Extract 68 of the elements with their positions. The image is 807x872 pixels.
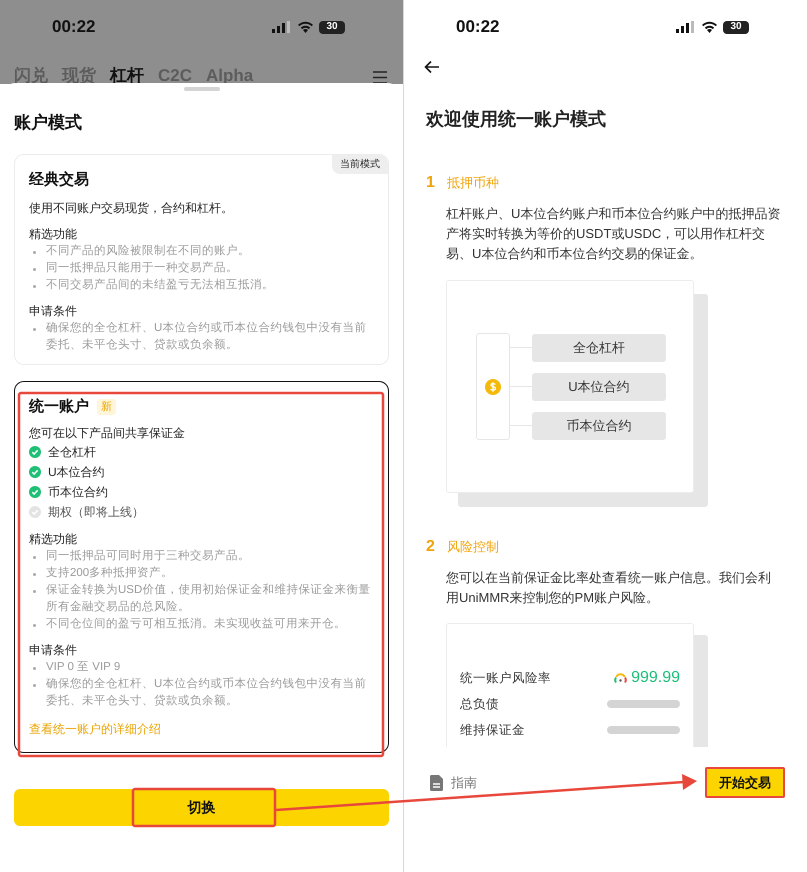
coin-icon xyxy=(485,378,501,394)
page-title: 欢迎使用统一账户模式 xyxy=(426,108,607,131)
mode-title: 经典交易 xyxy=(29,170,89,190)
bullet-text: 不同仓位间的盈亏可相互抵消。未实现收益可用来开仓。 xyxy=(46,616,347,632)
mode-intro: 您可在以下产品间共享保证金 xyxy=(29,425,186,442)
bullet-icon xyxy=(33,573,36,576)
step-number: 2 xyxy=(426,537,435,557)
account-box: U本位合约 xyxy=(532,372,666,400)
section-heading: 申请条件 xyxy=(29,642,78,659)
mode-card[interactable]: 当前模式 经典交易 使用不同账户交易现货，合约和杠杆。 精选功能 不同产品的风险被限制在不同的账户。 同一抵押品只能用于一种交易产品。 不同交易产品间的未结盈亏无法相互抵消。 申请条件 确保您的全仓杠杆、U本位合约或币本位合约钱包中没有当前委托、未平仓头寸、贷款或负余额。 xyxy=(14,154,389,365)
signal-icon xyxy=(272,21,292,33)
mode-description: 使用不同账户交易现货，合约和杠杆。 xyxy=(29,200,234,217)
product-label: U本位合约 xyxy=(48,464,105,481)
section-heading: 精选功能 xyxy=(29,531,78,548)
product-label: 全仓杠杆 xyxy=(48,444,96,461)
guide-link[interactable]: 指南 xyxy=(451,772,477,792)
new-badge: 新 xyxy=(97,399,116,415)
step-heading: 风险控制 xyxy=(446,538,499,556)
risk-label: 统一账户风险率 xyxy=(460,670,551,687)
bullet-icon xyxy=(33,328,36,331)
bullet-icon xyxy=(33,684,36,687)
battery-icon: 30 xyxy=(319,20,345,34)
sheet-title: 账户模式 xyxy=(14,113,83,133)
tab[interactable]: 杠杆 xyxy=(110,67,144,84)
bullet-text: 保证金转换为USD价值，使用初始保证金和维持保证金来衡量所有金融交易品的总风险。 xyxy=(46,582,372,615)
back-icon[interactable] xyxy=(424,60,440,74)
wifi-icon xyxy=(701,21,718,33)
menu-icon[interactable] xyxy=(373,71,387,84)
start-trading-button[interactable]: 开始交易 xyxy=(705,767,785,798)
mode-title: 统一账户 xyxy=(29,397,89,417)
bullet-icon xyxy=(33,268,36,271)
wifi-icon xyxy=(297,21,314,33)
bullet-icon xyxy=(33,251,36,254)
bullet-icon xyxy=(33,667,36,670)
step-text: 杠杆账户、U本位合约账户和币本位合约账户中的抵押品资产将实时转换为等价的USDT或USDC，可以用作杠杆交易、U本位合约和币本位合约交易的保证金。 xyxy=(446,205,782,263)
step-text: 您可以在当前保证金比率处查看统一账户信息。我们会利用UniMMR来控制您的PM账户风险。 xyxy=(446,569,772,607)
account-box: 全仓杠杆 xyxy=(532,334,666,362)
bullet-text: 不同产品的风险被限制在不同的账户。 xyxy=(46,243,251,259)
risk-label: 总负债 xyxy=(460,696,499,713)
product-label: 币本位合约 xyxy=(48,484,108,501)
product-label: 期权（即将上线） xyxy=(48,504,144,521)
step-heading: 抵押币种 xyxy=(446,174,499,192)
switch-button[interactable]: 切换 xyxy=(14,789,389,826)
bullet-icon xyxy=(33,624,36,627)
current-mode-badge: 当前模式 xyxy=(332,155,388,174)
bullet-icon xyxy=(33,590,36,593)
bullet-text: 确保您的全仓杠杆、U本位合约或币本位合约钱包中没有当前委托、未平仓头寸、贷款或负余额。 xyxy=(46,320,368,353)
bullet-text: 同一抵押品只能用于一种交易产品。 xyxy=(46,260,239,276)
risk-label: 维持保证金 xyxy=(460,722,525,739)
section-heading: 精选功能 xyxy=(29,226,78,243)
risk-value: 999.99 xyxy=(631,668,680,688)
section-heading: 申请条件 xyxy=(29,303,78,320)
step-number: 1 xyxy=(426,173,435,193)
account-box: 币本位合约 xyxy=(532,412,666,440)
signal-icon xyxy=(676,21,696,33)
status-time: 00:22 xyxy=(52,16,96,38)
bullet-text: 不同交易产品间的未结盈亏无法相互抵消。 xyxy=(46,277,275,293)
bullet-text: 同一抵押品可同时用于三种交易产品。 xyxy=(46,548,251,564)
document-icon xyxy=(430,774,443,790)
drag-handle[interactable] xyxy=(184,87,220,91)
bullet-text: 支持200多种抵押资产。 xyxy=(46,566,174,581)
gauge-icon xyxy=(614,672,628,684)
bullet-text: VIP 0 至 VIP 9 xyxy=(46,660,122,675)
bullet-icon xyxy=(33,285,36,288)
status-time: 00:22 xyxy=(456,16,500,38)
bullet-icon xyxy=(33,556,36,559)
battery-icon: 30 xyxy=(723,20,749,34)
bullet-text: 确保您的全仓杠杆、U本位合约或币本位合约钱包中没有当前委托、未平仓头寸、贷款或负余额。 xyxy=(46,676,368,709)
